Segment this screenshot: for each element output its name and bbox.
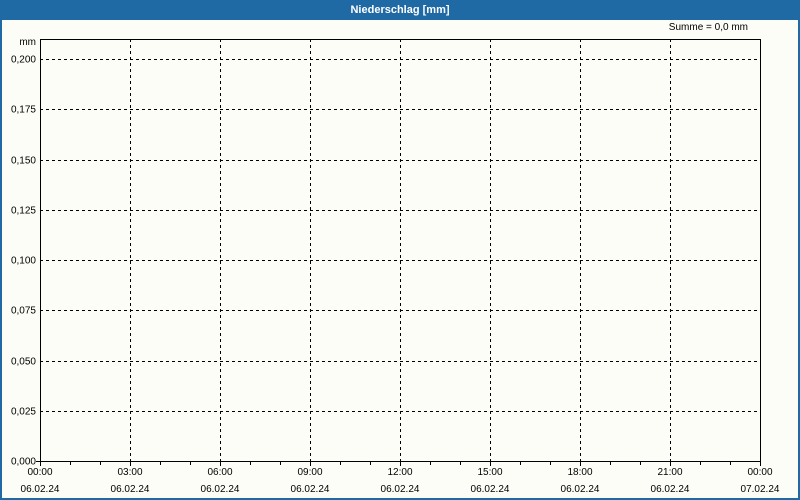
title-bar: Niederschlag [mm] [0, 0, 800, 20]
x-tick-date-label: 06.02.24 [651, 484, 690, 495]
y-tick-label: 0,125 [11, 206, 36, 217]
y-tick-label: 0,150 [11, 156, 36, 167]
y-tick-label: 0,175 [11, 105, 36, 116]
chart-title: Niederschlag [mm] [350, 4, 450, 16]
y-tick-label: 0,075 [11, 306, 36, 317]
x-tick-date-label: 06.02.24 [381, 484, 420, 495]
x-tick-time-label: 18:00 [567, 467, 592, 478]
x-tick-date-label: 06.02.24 [561, 484, 600, 495]
x-tick-date-label: 06.02.24 [111, 484, 150, 495]
y-tick-label: 0,100 [11, 256, 36, 267]
y-tick-label: 0,050 [11, 357, 36, 368]
x-tick-date-label: 06.02.24 [201, 484, 240, 495]
y-axis-unit-label: mm [19, 37, 36, 48]
x-tick-time-label: 00:00 [27, 467, 52, 478]
x-tick-time-label: 06:00 [207, 467, 232, 478]
y-tick-label: 0,025 [11, 407, 36, 418]
x-tick-time-label: 00:00 [747, 467, 772, 478]
x-tick-time-label: 15:00 [477, 467, 502, 478]
x-tick-time-label: 21:00 [657, 467, 682, 478]
y-tick-label: 0,000 [11, 457, 36, 468]
x-tick-time-label: 03:00 [117, 467, 142, 478]
sum-annotation: Summe = 0,0 mm [668, 22, 748, 33]
chart-window: 0,000 0,025 0,050 0,075 0,100 0,125 0,150 0,175… [0, 0, 800, 500]
x-tick-date-label: 07.02.24 [741, 484, 780, 495]
x-tick-date-label: 06.02.24 [21, 484, 60, 495]
chart-canvas: 0,000 0,025 0,050 0,075 0,100 0,125 0,150 0,175… [11, 39, 780, 495]
x-tick-time-label: 09:00 [297, 467, 322, 478]
x-tick-time-label: 12:00 [387, 467, 412, 478]
x-tick-date-label: 06.02.24 [471, 484, 510, 495]
x-tick-date-label: 06.02.24 [291, 484, 330, 495]
y-tick-label: 0,200 [11, 55, 36, 66]
